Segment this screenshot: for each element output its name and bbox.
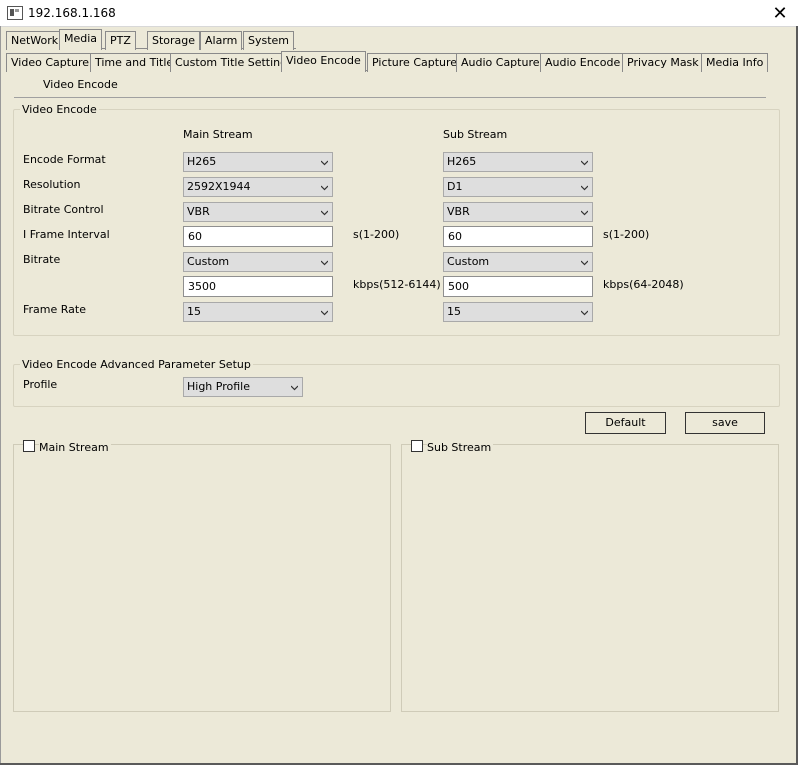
chevron-down-icon bbox=[321, 160, 328, 166]
chevron-down-icon bbox=[581, 185, 588, 191]
resolution-label: Resolution bbox=[23, 178, 81, 191]
tab-custom-title-settings[interactable]: Custom Title Settings bbox=[170, 53, 298, 72]
sub-bitrate-input[interactable]: 500 bbox=[443, 276, 593, 297]
app-icon bbox=[7, 6, 23, 20]
sub-bitrate-mode-select[interactable]: Custom bbox=[443, 252, 593, 272]
sub-encode-format-select[interactable]: H265 bbox=[443, 152, 593, 172]
close-icon: ✕ bbox=[772, 2, 788, 24]
profile-value: High Profile bbox=[187, 380, 250, 393]
encode-format-label: Encode Format bbox=[23, 153, 106, 166]
main-stream-header: Main Stream bbox=[183, 128, 253, 141]
tab-audio-capture[interactable]: Audio Capture bbox=[456, 53, 545, 72]
chevron-down-icon bbox=[581, 160, 588, 166]
chevron-down-icon bbox=[581, 310, 588, 316]
sub-stream-panel-label: Sub Stream bbox=[427, 441, 494, 454]
sub-bitrate-unit: kbps(64-2048) bbox=[603, 278, 684, 291]
main-encode-format-value: H265 bbox=[187, 155, 217, 168]
sub-resolution-value: D1 bbox=[447, 180, 463, 193]
chevron-down-icon bbox=[321, 210, 328, 216]
sub-i-frame-interval-input[interactable]: 60 bbox=[443, 226, 593, 247]
main-bitrate-control-value: VBR bbox=[187, 205, 210, 218]
main-bitrate-mode-value: Custom bbox=[187, 255, 230, 268]
tab-storage[interactable]: Storage bbox=[147, 31, 201, 50]
profile-label: Profile bbox=[23, 378, 58, 391]
tab-privacy-mask[interactable]: Privacy Mask bbox=[622, 53, 704, 72]
sub-stream-header: Sub Stream bbox=[443, 128, 508, 141]
title-bar bbox=[0, 0, 798, 27]
tab-network[interactable]: NetWork bbox=[6, 31, 64, 50]
main-stream-checkbox[interactable] bbox=[23, 440, 35, 452]
chevron-down-icon bbox=[321, 185, 328, 191]
chevron-down-icon bbox=[321, 310, 328, 316]
sub-frame-rate-value: 15 bbox=[447, 305, 461, 318]
sub-frame-rate-select[interactable]: 15 bbox=[443, 302, 593, 322]
sub-bitrate-control-value: VBR bbox=[447, 205, 470, 218]
video-encode-group bbox=[13, 109, 780, 336]
chevron-down-icon bbox=[291, 385, 298, 391]
main-i-frame-unit: s(1-200) bbox=[353, 228, 400, 241]
main-encode-format-select[interactable]: H265 bbox=[183, 152, 333, 172]
chevron-down-icon bbox=[321, 260, 328, 266]
sub-bitrate-control-select[interactable]: VBR bbox=[443, 202, 593, 222]
sub-bitrate-mode-value: Custom bbox=[447, 255, 490, 268]
main-resolution-select[interactable]: 2592X1944 bbox=[183, 177, 333, 197]
tab-media-info[interactable]: Media Info bbox=[701, 53, 769, 72]
main-bitrate-mode-select[interactable]: Custom bbox=[183, 252, 333, 272]
window-title: 192.168.1.168 bbox=[28, 6, 116, 20]
sub-i-frame-unit: s(1-200) bbox=[603, 228, 650, 241]
main-resolution-value: 2592X1944 bbox=[187, 180, 251, 193]
chevron-down-icon bbox=[581, 210, 588, 216]
section-title: Video Encode bbox=[43, 78, 118, 91]
main-stream-panel-label: Main Stream bbox=[39, 441, 111, 454]
default-button[interactable]: Default bbox=[585, 412, 666, 434]
main-bitrate-input[interactable]: 3500 bbox=[183, 276, 333, 297]
sub-stream-panel bbox=[401, 444, 779, 712]
profile-select[interactable]: High Profile bbox=[183, 377, 303, 397]
tab-video-capture[interactable]: Video Capture bbox=[6, 53, 95, 72]
bitrate-control-label: Bitrate Control bbox=[23, 203, 104, 216]
tab-ptz[interactable]: PTZ bbox=[105, 31, 136, 50]
tab-video-encode[interactable]: Video Encode bbox=[281, 51, 366, 72]
bitrate-label: Bitrate bbox=[23, 253, 61, 266]
main-frame-rate-select[interactable]: 15 bbox=[183, 302, 333, 322]
main-frame-rate-value: 15 bbox=[187, 305, 201, 318]
tab-media[interactable]: Media bbox=[59, 29, 103, 50]
tab-system[interactable]: System bbox=[243, 31, 295, 50]
close-button[interactable]: ✕ bbox=[762, 0, 798, 26]
advanced-group-title: Video Encode Advanced Parameter Setup bbox=[20, 358, 253, 371]
sub-resolution-select[interactable]: D1 bbox=[443, 177, 593, 197]
chevron-down-icon bbox=[581, 260, 588, 266]
main-stream-panel bbox=[13, 444, 391, 712]
sub-encode-format-value: H265 bbox=[447, 155, 477, 168]
main-bitrate-control-select[interactable]: VBR bbox=[183, 202, 333, 222]
i-frame-interval-label: I Frame Interval bbox=[23, 228, 110, 241]
window-border-left bbox=[0, 26, 1, 765]
sub-stream-checkbox[interactable] bbox=[411, 440, 423, 452]
main-i-frame-interval-input[interactable]: 60 bbox=[183, 226, 333, 247]
section-divider bbox=[14, 97, 766, 98]
frame-rate-label: Frame Rate bbox=[23, 303, 86, 316]
main-bitrate-unit: kbps(512-6144) bbox=[353, 278, 441, 291]
save-button[interactable]: save bbox=[685, 412, 765, 434]
video-encode-group-title: Video Encode bbox=[20, 103, 99, 116]
tab-time-and-title[interactable]: Time and Title bbox=[90, 53, 179, 72]
tab-alarm[interactable]: Alarm bbox=[200, 31, 243, 50]
tab-audio-encode[interactable]: Audio Encode bbox=[540, 53, 626, 72]
tab-picture-capture[interactable]: Picture Capture bbox=[367, 53, 463, 72]
